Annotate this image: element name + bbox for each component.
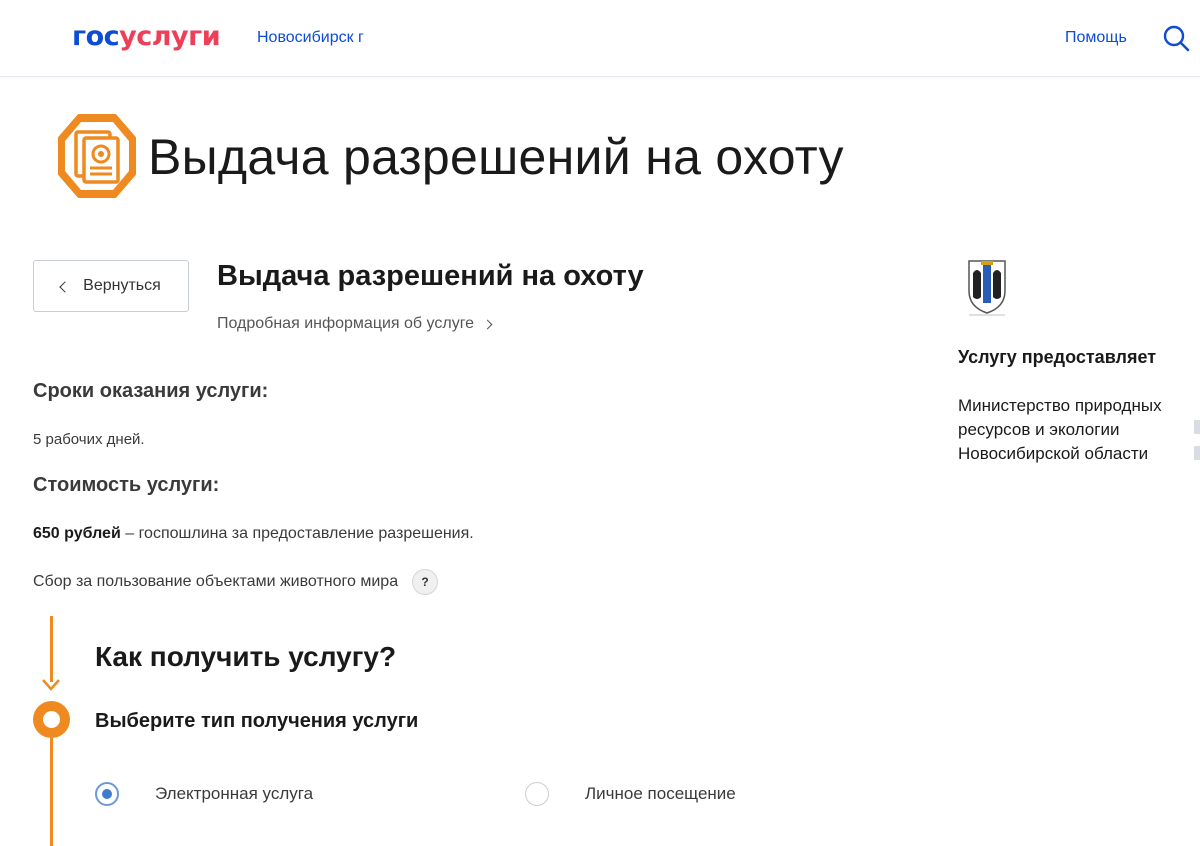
terms-heading: Сроки оказания услуги: [33,380,269,402]
help-question-icon[interactable]: ? [412,569,439,595]
region-emblem-icon [965,257,1009,317]
logo-text-uslugi: услуги [119,21,221,52]
radio-electronic[interactable] [95,782,119,806]
cost-description: – госпошлина за предоставление разрешени… [120,525,474,542]
arrow-down-icon [42,679,60,691]
provider-name[interactable]: Министерство природных ресурсов и эколог… [958,394,1194,466]
edge-scroll-mark [1194,446,1200,460]
cost-heading: Стоимость услуги: [33,474,220,496]
site-header: госуслуги Новосибирск г Помощь [0,0,1200,77]
search-icon [1163,25,1190,52]
back-button-label: Вернуться [83,277,161,294]
page-title: Выдача разрешений на охоту [148,129,844,185]
provider-heading: Услугу предоставляет [958,347,1157,367]
terms-text: 5 рабочих дней. [33,431,145,448]
cost-amount: 650 рублей [33,525,121,542]
radio-electronic-label[interactable]: Электронная услуга [155,784,313,804]
logo-text-gos: гос [72,21,120,52]
region-selector[interactable]: Новосибирск г [257,28,364,48]
document-permit-icon [54,110,140,202]
choose-type-title: Выберите тип получения услуги [95,710,419,732]
radio-personal-visit[interactable] [525,782,549,806]
cost-text: 650 рублей – госпошлина за предоставлени… [33,524,474,544]
gosuslugi-logo[interactable]: госуслуги [72,21,221,52]
search-button[interactable] [1160,22,1192,54]
fee-note-text: Сбор за пользование объектами животного … [33,573,399,591]
timeline-line-bottom [50,738,53,846]
timeline-step-dot [33,701,70,738]
chevron-right-icon [482,319,493,329]
help-link[interactable]: Помощь [1065,28,1127,48]
edge-scroll-mark [1194,420,1200,434]
more-info-link[interactable]: Подробная информация об услуге [217,314,493,334]
fee-note: Сбор за пользование объектами животного … [33,569,439,595]
radio-personal-visit-label[interactable]: Личное посещение [585,784,736,804]
how-to-get-title: Как получить услугу? [95,641,397,672]
more-info-label: Подробная информация об услуге [217,315,475,332]
chevron-left-icon [59,280,71,293]
service-title: Выдача разрешений на охоту [217,260,644,292]
back-button[interactable]: Вернуться [33,260,189,312]
